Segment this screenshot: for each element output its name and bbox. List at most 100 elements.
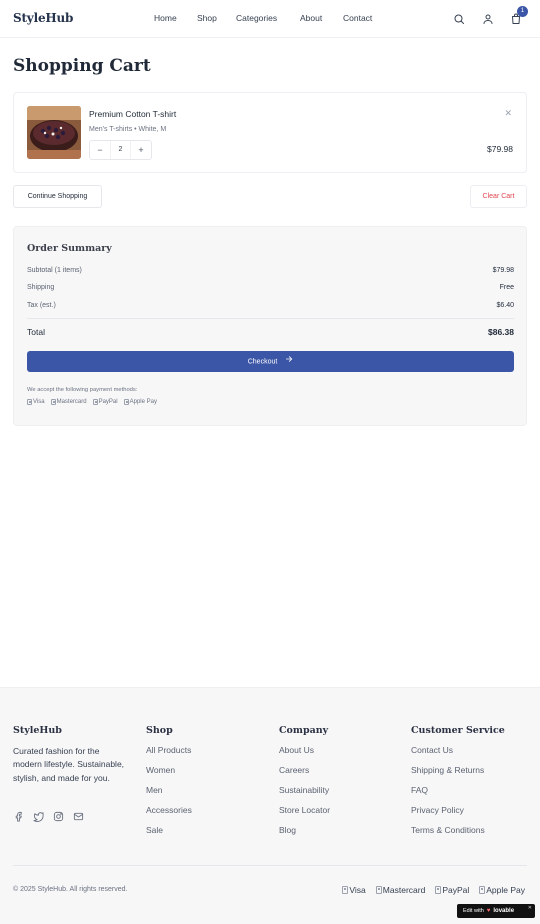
nav-categories[interactable]: Categories — [236, 13, 277, 23]
footer-link-careers[interactable]: Careers — [279, 765, 330, 785]
nav-about[interactable]: About — [300, 13, 322, 23]
nav-home[interactable]: Home — [154, 13, 177, 23]
footer-link-store-locator[interactable]: Store Locator — [279, 805, 330, 825]
broken-image-icon — [435, 886, 442, 894]
footer-link-shipping-returns[interactable]: Shipping & Returns — [411, 765, 505, 785]
footer-mastercard-label: Mastercard — [382, 885, 426, 895]
summary-divider — [27, 318, 514, 319]
payment-methods: Visa Mastercard PayPal Apple Pay — [27, 399, 159, 405]
apple-pay-label: Apple Pay — [129, 399, 157, 405]
footer-apple-pay-logo: Apple Pay — [479, 885, 525, 895]
product-image[interactable] — [27, 106, 81, 159]
apple-pay-logo: Apple Pay — [123, 399, 157, 405]
search-icon[interactable] — [453, 12, 465, 24]
item-price: $79.98 — [487, 144, 513, 154]
copyright-text: © 2025 StyleHub. All rights reserved. — [13, 886, 128, 893]
broken-image-icon — [342, 886, 349, 894]
footer-company-title: Company — [279, 725, 329, 736]
footer-brand-column: StyleHub Curated fashion for the modern … — [13, 725, 125, 785]
remove-item-icon[interactable]: ✕ — [504, 108, 512, 119]
footer-service-column: Customer Service Contact Us Shipping & R… — [411, 725, 505, 845]
visa-label: Visa — [33, 399, 45, 405]
mail-icon[interactable] — [73, 809, 85, 821]
edit-with-lovable-badge[interactable]: Edit with ♥ lovable ✕ — [457, 904, 535, 918]
clear-cart-button[interactable]: Clear Cart — [470, 185, 527, 208]
decrease-quantity-button[interactable]: − — [90, 141, 110, 159]
mastercard-label: Mastercard — [56, 399, 87, 405]
quantity-stepper: − 2 + — [89, 140, 152, 160]
broken-image-icon — [479, 886, 486, 894]
total-value: $86.38 — [488, 327, 514, 337]
subtotal-row: Subtotal (1 items) $79.98 — [27, 267, 514, 274]
broken-image-icon — [27, 399, 32, 405]
product-variant: Men's T-shirts • White, M — [89, 126, 167, 133]
edit-with-label: Edit with — [463, 908, 484, 914]
footer-link-women[interactable]: Women — [146, 765, 192, 785]
continue-shopping-button[interactable]: Continue Shopping — [13, 185, 102, 208]
broken-image-icon — [123, 399, 129, 405]
total-label: Total — [27, 327, 45, 337]
paypal-logo: PayPal — [92, 399, 118, 405]
payment-methods-note: We accept the following payment methods: — [27, 387, 138, 393]
nav-contact[interactable]: Contact — [343, 13, 372, 23]
footer-brand: StyleHub — [13, 725, 62, 736]
heart-icon: ♥ — [486, 908, 491, 914]
visa-logo: Visa — [27, 399, 45, 405]
footer-visa-label: Visa — [349, 885, 366, 895]
social-links — [13, 809, 85, 822]
mastercard-logo: Mastercard — [50, 399, 87, 405]
close-badge-icon[interactable]: ✕ — [528, 905, 532, 911]
site-logo[interactable]: StyleHub — [13, 11, 73, 25]
footer-link-all-products[interactable]: All Products — [146, 745, 192, 765]
footer-apple-pay-label: Apple Pay — [486, 885, 525, 895]
product-name[interactable]: Premium Cotton T-shirt — [89, 109, 176, 119]
footer-company-column: Company About Us Careers Sustainability … — [279, 725, 330, 845]
shipping-value: Free — [499, 284, 514, 291]
footer-divider — [13, 865, 527, 866]
subtotal-label: Subtotal (1 items) — [27, 267, 82, 274]
quantity-value: 2 — [110, 141, 131, 159]
footer-link-sale[interactable]: Sale — [146, 825, 192, 845]
order-summary-title: Order Summary — [27, 243, 112, 254]
user-icon[interactable] — [482, 12, 494, 24]
footer-link-terms[interactable]: Terms & Conditions — [411, 825, 505, 845]
footer-link-men[interactable]: Men — [146, 785, 192, 805]
footer-link-sustainability[interactable]: Sustainability — [279, 785, 330, 805]
lovable-brand: lovable — [493, 908, 515, 914]
checkout-button[interactable]: Checkout — [27, 351, 514, 372]
footer-link-about-us[interactable]: About Us — [279, 745, 330, 765]
footer-shop-column: Shop All Products Women Men Accessories … — [146, 725, 192, 845]
twitter-icon[interactable] — [33, 809, 45, 822]
site-header: StyleHub Home Shop Categories About Cont… — [0, 0, 540, 38]
tax-row: Tax (est.) $6.40 — [27, 302, 514, 309]
increase-quantity-button[interactable]: + — [131, 141, 151, 159]
total-row: Total $86.38 — [27, 327, 514, 337]
instagram-icon[interactable] — [53, 809, 65, 822]
footer-mastercard-logo: Mastercard — [375, 885, 426, 895]
order-summary: Order Summary Subtotal (1 items) $79.98 … — [13, 226, 527, 426]
footer-shop-title: Shop — [146, 725, 173, 736]
facebook-icon[interactable] — [13, 809, 25, 822]
paypal-label: PayPal — [98, 399, 118, 405]
subtotal-value: $79.98 — [492, 267, 514, 274]
footer-tagline: Curated fashion for the modern lifestyle… — [13, 746, 125, 783]
footer-paypal-label: PayPal — [442, 885, 470, 895]
cart-item: Premium Cotton T-shirt Men's T-shirts • … — [13, 92, 527, 173]
footer-link-accessories[interactable]: Accessories — [146, 805, 192, 825]
footer-link-contact-us[interactable]: Contact Us — [411, 745, 505, 765]
footer-visa-logo: Visa — [342, 885, 366, 895]
page-title: Shopping Cart — [13, 56, 151, 76]
broken-image-icon — [92, 399, 98, 405]
nav-shop[interactable]: Shop — [197, 13, 217, 23]
site-footer: StyleHub Curated fashion for the modern … — [0, 687, 540, 924]
footer-link-faq[interactable]: FAQ — [411, 785, 505, 805]
tax-value: $6.40 — [496, 302, 514, 309]
footer-payment-methods: Visa Mastercard PayPal Apple Pay — [342, 885, 527, 895]
footer-link-blog[interactable]: Blog — [279, 825, 330, 845]
broken-image-icon — [375, 886, 382, 894]
tax-label: Tax (est.) — [27, 302, 56, 309]
checkout-label: Checkout — [247, 358, 278, 366]
arrow-right-icon — [285, 351, 293, 372]
cart-count-badge: 1 — [517, 6, 528, 17]
footer-link-privacy-policy[interactable]: Privacy Policy — [411, 805, 505, 825]
